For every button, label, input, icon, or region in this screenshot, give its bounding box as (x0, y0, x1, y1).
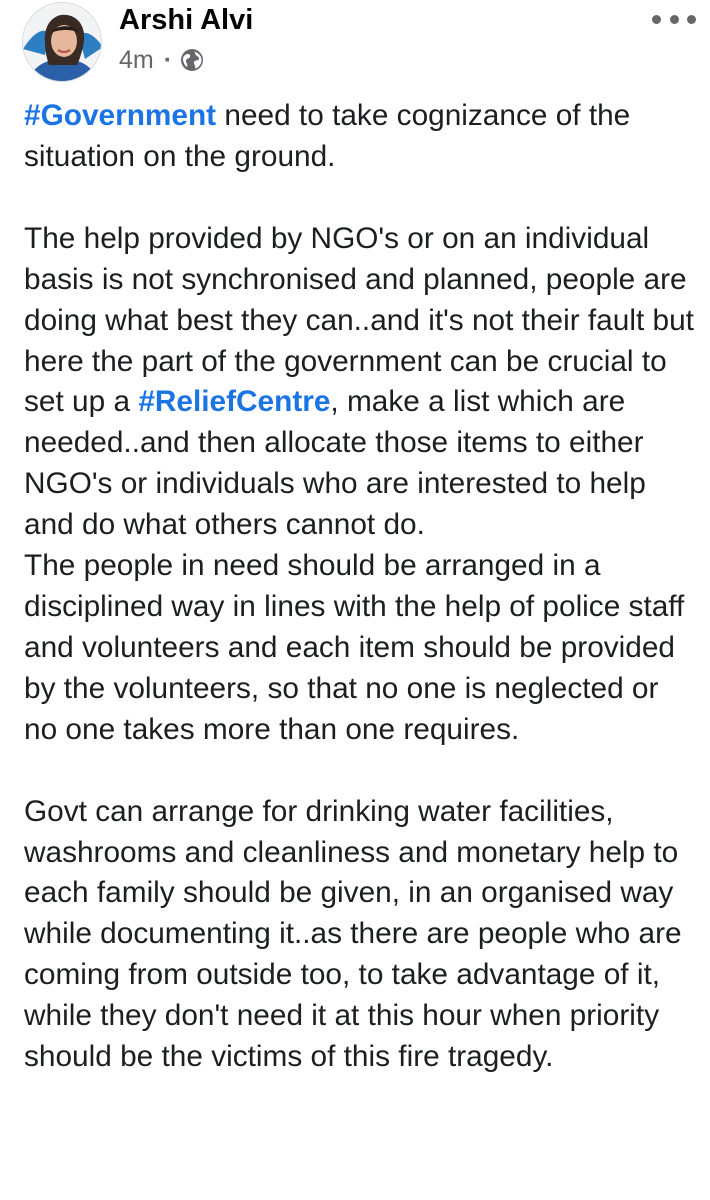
meta-separator: · (163, 45, 173, 74)
author-name[interactable]: Arshi Alvi (119, 2, 253, 38)
avatar[interactable] (22, 2, 102, 82)
paragraph-3: The people in need should be arranged in… (24, 549, 685, 746)
post-timestamp[interactable]: 4m (119, 46, 154, 75)
hashtag-government[interactable]: #Government (24, 99, 216, 132)
post-text: #Government need to take cognizance of t… (24, 96, 696, 1078)
paragraph-1: #Government need to take cognizance of t… (24, 96, 696, 178)
post-meta: 4m · (119, 44, 204, 76)
dot (687, 14, 696, 24)
globe-icon[interactable] (180, 48, 204, 72)
more-options-icon[interactable] (652, 4, 696, 34)
avatar-photo (23, 3, 101, 81)
hashtag-relief-centre[interactable]: #ReliefCentre (138, 385, 330, 418)
paragraph-2: The help provided by NGO's or on an indi… (24, 219, 696, 546)
dot (669, 14, 679, 24)
paragraph-4: Govt can arrange for drinking water faci… (24, 794, 682, 1074)
facebook-post: Arshi Alvi 4m · #Government need to take… (0, 0, 710, 1200)
dot (652, 14, 661, 24)
